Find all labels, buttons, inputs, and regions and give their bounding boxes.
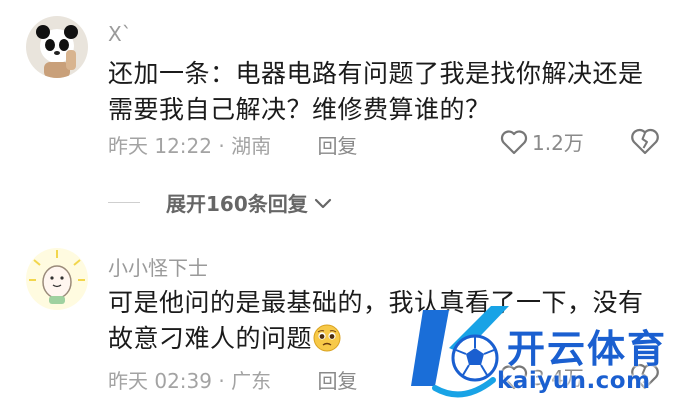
- pleading-face-emoji: [312, 323, 342, 353]
- comment-location: 广东: [231, 369, 272, 393]
- avatar[interactable]: [26, 248, 88, 310]
- comment-meta: 昨天 12:22 · 湖南 回复: [108, 130, 357, 159]
- heart-outline-icon: [500, 129, 528, 154]
- watermark-url: kaiyun.com: [497, 368, 651, 394]
- comment-time: 昨天 02:39: [108, 369, 212, 393]
- kaiyun-logo-icon: [411, 306, 509, 398]
- expand-replies-button[interactable]: 展开160条回复: [108, 188, 334, 217]
- comment-text: 还加一条：电器电路有问题了我是找你解决还是需要我自己解决？维修费算谁的？: [108, 59, 644, 124]
- username[interactable]: 小小怪下士: [108, 252, 208, 281]
- meta-separator: ·: [218, 369, 225, 393]
- watermark: 开云体育 kaiyun.com: [405, 296, 690, 413]
- broken-heart-icon: [631, 128, 659, 155]
- cartoon-avatar-icon: [26, 248, 88, 310]
- comment-time: 昨天 12:22: [108, 134, 212, 158]
- panda-avatar-icon: [26, 16, 88, 78]
- expand-replies-label: 展开160条回复: [166, 192, 308, 216]
- expand-divider: [108, 202, 140, 203]
- comment-meta: 昨天 02:39 · 广东 回复: [108, 365, 357, 394]
- chevron-down-icon: [314, 198, 331, 208]
- watermark-brand: 开云体育: [507, 327, 668, 371]
- meta-separator: ·: [218, 134, 225, 158]
- reply-button[interactable]: 回复: [317, 134, 357, 158]
- dislike-button[interactable]: [630, 127, 660, 159]
- username[interactable]: X`: [108, 22, 132, 46]
- avatar[interactable]: [26, 16, 88, 78]
- reply-button[interactable]: 回复: [317, 369, 357, 393]
- comment-location: 湖南: [231, 134, 272, 158]
- like-button[interactable]: 1.2万: [500, 127, 584, 156]
- like-count: 1.2万: [532, 131, 584, 155]
